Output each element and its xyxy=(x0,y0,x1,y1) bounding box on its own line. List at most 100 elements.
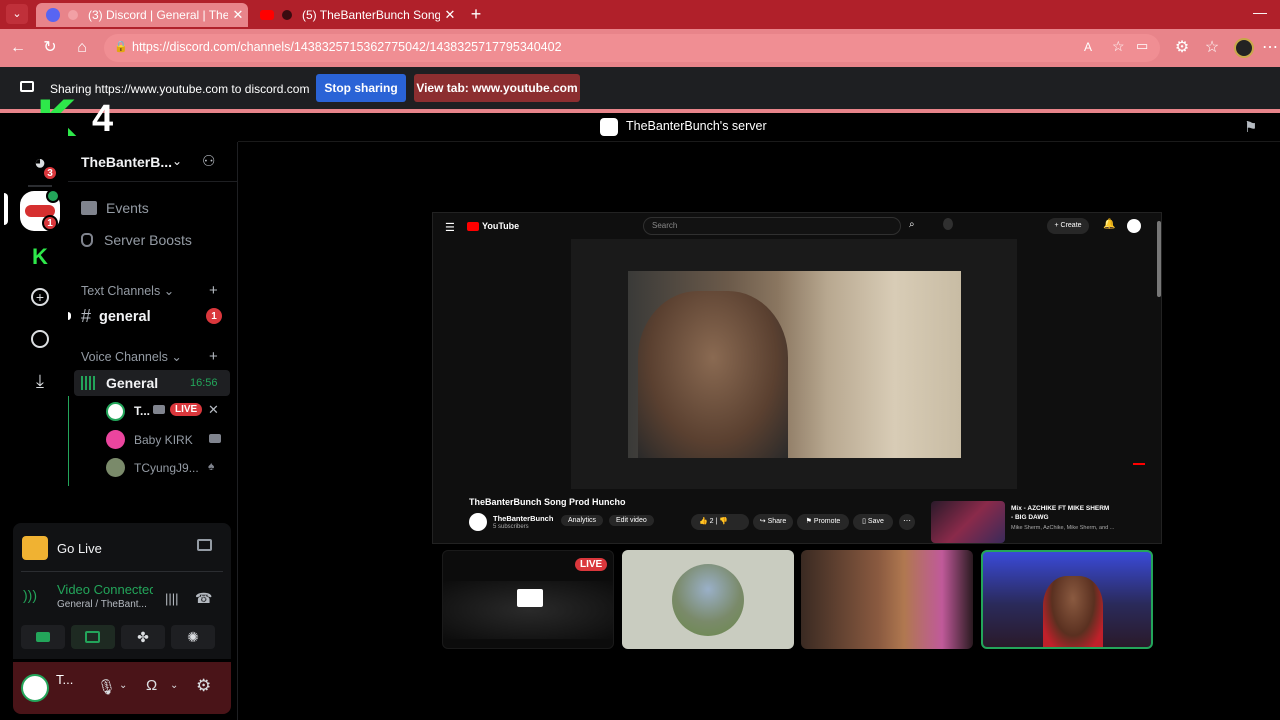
yt-subscribers: 5 subscribers xyxy=(493,524,529,530)
stop-sharing-button[interactable]: Stop sharing xyxy=(316,74,406,102)
recording-icon xyxy=(282,10,292,20)
menu-icon: ☰ xyxy=(445,222,455,234)
favorites-icon[interactable]: ☆ xyxy=(1202,38,1222,58)
avatar xyxy=(106,430,125,449)
close-tab-icon[interactable]: ✕ xyxy=(228,7,248,23)
yt-save-button: ▯ Save xyxy=(853,514,893,530)
minimize-window-button[interactable]: — xyxy=(1250,4,1270,24)
yt-more-icon: ⋯ xyxy=(899,514,915,530)
voice-member[interactable]: T... LIVE ✕ xyxy=(106,401,231,421)
channel-general-text[interactable]: # general xyxy=(81,306,151,327)
screen-share-icon xyxy=(85,631,100,643)
noise-suppression-icon[interactable]: |||| xyxy=(165,591,179,606)
download-apps-button[interactable]: ⤓ xyxy=(20,361,60,401)
voice-channels-category[interactable]: Voice Channels ⌄ xyxy=(81,349,182,364)
more-menu-icon[interactable]: ⋯ xyxy=(1260,38,1280,58)
microphone-icon[interactable]: 🎙 xyxy=(97,678,116,696)
disconnect-icon[interactable]: ☎ xyxy=(195,590,212,607)
favorite-star-icon[interactable]: ☆ xyxy=(1112,38,1125,55)
browser-tab-bar: ⌄ (3) Discord | General | TheBanterBunch… xyxy=(0,0,1280,29)
plus-icon: + xyxy=(31,288,49,306)
signal-icon: ))) xyxy=(23,587,37,603)
stream-tile-screen[interactable]: LIVE xyxy=(442,550,614,649)
tab-actions-button[interactable]: ⌄ xyxy=(6,4,28,24)
participant-tile-camera[interactable] xyxy=(801,550,973,649)
tab-youtube[interactable]: (5) TheBanterBunch Song Prod Huncho ✕ xyxy=(250,3,460,27)
audio-icon xyxy=(68,10,78,20)
connection-status[interactable]: ))) Video Connected General / TheBant... xyxy=(21,579,181,613)
live-dot xyxy=(46,189,60,203)
soundboard-button[interactable]: ✺ xyxy=(171,625,215,649)
category-label: Text Channels xyxy=(81,284,161,298)
boost-icon xyxy=(81,233,93,247)
avatar[interactable] xyxy=(21,674,49,702)
close-tab-icon[interactable]: ✕ xyxy=(440,7,460,23)
new-tab-button[interactable]: + xyxy=(466,3,486,25)
screen-share-button[interactable] xyxy=(71,625,115,649)
profile-avatar[interactable] xyxy=(1234,38,1254,58)
extensions-icon[interactable]: ⚙ xyxy=(1172,38,1192,58)
create-text-channel-button[interactable]: + xyxy=(209,282,218,299)
yt-channel-name: TheBanterBunch xyxy=(493,514,554,523)
tile-live-badge: LIVE xyxy=(575,558,608,571)
home-button[interactable]: ⌂ xyxy=(72,38,92,58)
inbox-icon[interactable]: ⚑ xyxy=(1244,118,1257,136)
participant-tile-speaking[interactable] xyxy=(981,550,1153,649)
soundboard-icon: ✺ xyxy=(187,629,199,645)
refresh-button[interactable]: ↻ xyxy=(40,38,60,58)
calendar-icon xyxy=(81,201,97,215)
voice-member-tree-line xyxy=(68,396,69,486)
arrow-left-icon: ← xyxy=(10,39,26,56)
yt-channel-avatar xyxy=(469,513,487,531)
voice-timer: 16:56 xyxy=(190,377,218,389)
camera-button[interactable] xyxy=(21,625,65,649)
create-voice-channel-button[interactable]: + xyxy=(209,348,218,365)
chevron-down-icon[interactable]: ⌄ xyxy=(170,680,178,691)
yt-edit-video-button: Edit video xyxy=(609,515,654,526)
discover-button[interactable] xyxy=(20,319,60,359)
tab-discord[interactable]: (3) Discord | General | TheBanterBunch ✕ xyxy=(36,3,248,27)
youtube-brand: YouTube xyxy=(482,221,520,231)
text-channels-category[interactable]: Text Channels ⌄ xyxy=(81,283,174,298)
voice-panel: Go Live ))) Video Connected General / Th… xyxy=(13,523,231,659)
yt-likes: 2 xyxy=(709,518,714,525)
close-stream-icon[interactable] xyxy=(197,539,212,551)
voice-member[interactable]: TCyungJ9... ♠ xyxy=(106,458,231,478)
url-field[interactable]: 🔒 https://discord.com/channels/143832571… xyxy=(104,34,1160,62)
server-boosts-item[interactable]: Server Boosts xyxy=(81,232,192,248)
settings-gear-icon[interactable]: ⚙ xyxy=(196,676,211,696)
headphones-icon[interactable]: Ω xyxy=(146,677,157,694)
server-header[interactable]: TheBanterB... ⌄ ⚇ xyxy=(68,142,238,182)
camera-icon xyxy=(36,632,50,642)
participant-tile-baby-kirk[interactable] xyxy=(622,550,794,649)
activities-button[interactable]: ✤ xyxy=(121,625,165,649)
tab-action-icon[interactable]: ▭ xyxy=(1136,38,1148,54)
view-tab-button[interactable]: View tab: www.youtube.com xyxy=(414,74,580,102)
chevron-down-icon[interactable]: ⌄ xyxy=(119,680,127,691)
add-server-button[interactable]: + xyxy=(20,277,60,317)
server-icon-banterbunch[interactable]: 1 xyxy=(20,189,60,231)
voice-channel-general[interactable]: General 16:56 xyxy=(74,370,230,396)
server-icon-k[interactable]: K xyxy=(20,237,60,277)
thumbs-down-icon: 👎 xyxy=(719,518,729,525)
home-icon: ⌂ xyxy=(77,39,87,56)
activities-icon: ✤ xyxy=(137,629,149,645)
go-live-button[interactable]: Go Live xyxy=(21,535,221,561)
unread-indicator xyxy=(68,312,71,320)
direct-messages-button[interactable]: ◕ 3 xyxy=(20,143,60,183)
back-button[interactable]: ← xyxy=(8,38,28,58)
events-item[interactable]: Events xyxy=(81,200,149,216)
voice-member[interactable]: Baby KIRK xyxy=(106,430,231,450)
read-aloud-icon[interactable]: A xyxy=(1084,40,1092,54)
screen-share-bar: Sharing https://www.youtube.com to disco… xyxy=(0,67,1280,109)
shared-youtube-stream[interactable]: ☰ YouTube Search ⌕ + Create 🔔 TheBanterB… xyxy=(432,212,1162,544)
monitor-icon xyxy=(517,589,543,607)
screen-share-icon xyxy=(20,81,34,92)
yt-search-placeholder: Search xyxy=(652,221,678,230)
yt-share-button: ↪ Share xyxy=(753,514,793,530)
yt-like-button: 👍 2 | 👎 xyxy=(691,514,749,530)
yt-avatar xyxy=(1127,219,1141,233)
camera-icon xyxy=(153,405,165,414)
live-badge: LIVE xyxy=(170,403,203,416)
invite-icon[interactable]: ⚇ xyxy=(202,152,215,170)
